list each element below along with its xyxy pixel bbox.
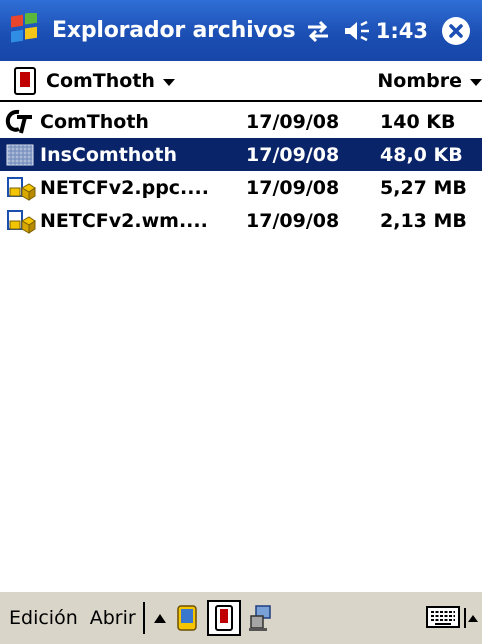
file-name: ComThoth <box>40 110 149 133</box>
file-size: 2,13 MB <box>380 209 467 232</box>
up-folder-icon[interactable] <box>149 600 171 636</box>
window-title: Explorador archivos <box>52 18 296 43</box>
clock[interactable]: 1:43 <box>376 19 428 43</box>
sip-arrow-icon[interactable] <box>464 608 478 633</box>
sort-label: Nombre <box>377 69 462 92</box>
file-name: NETCFv2.ppc.... <box>40 176 209 199</box>
file-name: NETCFv2.wm.... <box>40 209 208 232</box>
file-size: 140 KB <box>380 110 456 133</box>
file-row[interactable]: InsComthoth 17/09/08 48,0 KB <box>0 138 482 171</box>
file-size: 5,27 MB <box>380 176 467 199</box>
menu-bar: Edición Abrir <box>0 591 482 644</box>
file-name: InsComthoth <box>40 143 177 166</box>
main-memory-icon[interactable] <box>171 600 203 636</box>
network-share-icon[interactable] <box>245 600 277 636</box>
title-bar: Explorador archivos 1:43 <box>0 0 482 61</box>
folder-header: ComThoth Nombre <box>0 61 482 102</box>
system-tray: 1:43 <box>300 0 482 61</box>
sort-dropdown[interactable]: Nombre <box>377 61 482 100</box>
file-row[interactable]: NETCFv2.wm.... 17/09/08 2,13 MB <box>0 204 482 237</box>
edit-menu[interactable]: Edición <box>6 607 81 629</box>
file-date: 17/09/08 <box>246 209 340 232</box>
folder-dropdown[interactable]: ComThoth <box>0 61 175 100</box>
file-size: 48,0 KB <box>380 143 463 166</box>
close-icon[interactable] <box>442 16 470 45</box>
volume-icon[interactable] <box>340 19 374 43</box>
file-list: ComThoth 17/09/08 140 KB InsComthoth 17/… <box>0 105 482 237</box>
storage-card-icon[interactable] <box>206 600 241 636</box>
separator <box>142 602 145 634</box>
comthoth-app-icon <box>0 105 40 138</box>
chevron-down-icon <box>162 78 175 86</box>
file-date: 17/09/08 <box>246 143 340 166</box>
connectivity-icon[interactable] <box>300 19 336 43</box>
open-menu[interactable]: Abrir <box>87 607 139 629</box>
cab-package-icon <box>0 171 40 204</box>
folder-name: ComThoth <box>46 69 155 92</box>
cab-package-icon <box>0 204 40 237</box>
file-date: 17/09/08 <box>246 176 340 199</box>
file-date: 17/09/08 <box>246 110 340 133</box>
chevron-down-icon <box>470 78 482 86</box>
generic-file-icon <box>0 138 40 171</box>
file-row[interactable]: ComThoth 17/09/08 140 KB <box>0 105 482 138</box>
file-row[interactable]: NETCFv2.ppc.... 17/09/08 5,27 MB <box>0 171 482 204</box>
windows-flag-icon[interactable] <box>0 0 52 61</box>
device-memory-icon <box>14 66 36 95</box>
keyboard-icon[interactable] <box>426 604 460 635</box>
